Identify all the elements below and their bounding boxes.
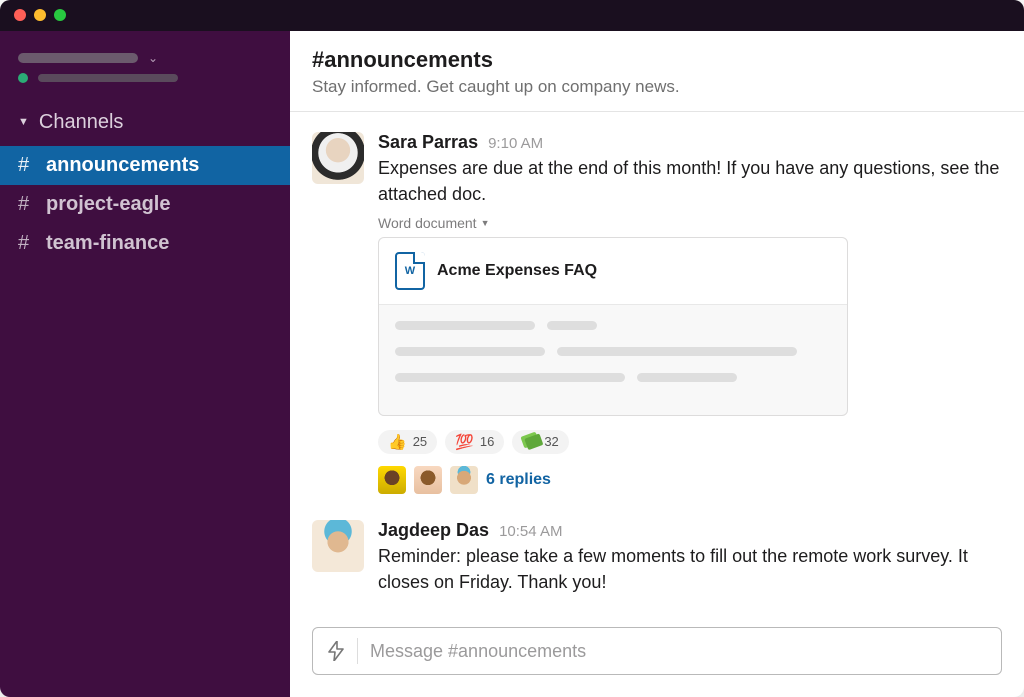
money-icon (522, 433, 538, 450)
reply-count: 6 replies (486, 471, 551, 489)
attachment-card[interactable]: W Acme Expenses FAQ (378, 237, 848, 416)
main-pane: #announcements Stay informed. Get caught… (290, 31, 1024, 697)
maximize-window-button[interactable] (54, 9, 66, 21)
reply-avatar (414, 466, 442, 494)
shortcuts-icon[interactable] (327, 641, 345, 661)
channel-team-finance[interactable]: # team-finance (0, 224, 290, 263)
app-window: ⌄ ▼ Channels # announcements # project-eagl… (0, 0, 1024, 697)
username-placeholder (38, 74, 178, 82)
reply-avatar (450, 466, 478, 494)
message-author[interactable]: Sara Parras (378, 132, 478, 153)
channel-name: announcements (46, 154, 199, 177)
message-author[interactable]: Jagdeep Das (378, 520, 489, 541)
message-text: Reminder: please take a few moments to f… (378, 543, 1002, 595)
thread-replies[interactable]: 6 replies (378, 466, 1002, 494)
hash-icon: # (18, 232, 36, 255)
avatar[interactable] (312, 132, 364, 184)
channel-name: project-eagle (46, 193, 170, 216)
message-list: Sara Parras 9:10 AM Expenses are due at … (290, 112, 1024, 621)
hundred-icon: 💯 (455, 433, 474, 451)
workspace-name-placeholder (18, 53, 138, 63)
channel-header: #announcements Stay informed. Get caught… (290, 31, 1024, 112)
message-time: 9:10 AM (488, 135, 543, 152)
attachment-type-label[interactable]: Word document ▼ (378, 215, 1002, 231)
reaction-count: 25 (413, 434, 427, 449)
minimize-window-button[interactable] (34, 9, 46, 21)
composer-area (290, 621, 1024, 697)
chevron-down-icon: ⌄ (148, 51, 158, 65)
reaction-count: 16 (480, 434, 494, 449)
presence-active-icon (18, 73, 28, 83)
channels-section-header[interactable]: ▼ Channels (0, 105, 290, 146)
channel-name: team-finance (46, 232, 169, 255)
channels-section-label: Channels (39, 111, 124, 134)
caret-down-icon: ▼ (18, 116, 29, 128)
reaction-100[interactable]: 💯 16 (445, 430, 504, 454)
reaction-count: 32 (544, 434, 558, 449)
message: Jagdeep Das 10:54 AM Reminder: please ta… (312, 510, 1002, 611)
reaction-thumbsup[interactable]: 👍 25 (378, 430, 437, 454)
message: Sara Parras 9:10 AM Expenses are due at … (312, 122, 1002, 510)
reply-avatar (378, 466, 406, 494)
close-window-button[interactable] (14, 9, 26, 21)
avatar[interactable] (312, 520, 364, 572)
hash-icon: # (18, 154, 36, 177)
titlebar (0, 0, 1024, 31)
workspace-switcher[interactable]: ⌄ (0, 51, 290, 65)
message-composer[interactable] (312, 627, 1002, 675)
message-input[interactable] (370, 641, 987, 662)
channel-announcements[interactable]: # announcements (0, 146, 290, 185)
message-time: 10:54 AM (499, 523, 562, 540)
reactions-row: 👍 25 💯 16 32 (378, 430, 1002, 454)
channel-project-eagle[interactable]: # project-eagle (0, 185, 290, 224)
divider (357, 638, 358, 664)
reaction-money[interactable]: 32 (512, 430, 568, 454)
hash-icon: # (18, 193, 36, 216)
channel-topic: Stay informed. Get caught up on company … (312, 77, 1002, 97)
caret-down-icon: ▼ (481, 218, 490, 228)
attachment-title: Acme Expenses FAQ (437, 262, 597, 280)
channel-title: #announcements (312, 47, 1002, 73)
word-document-icon: W (395, 252, 425, 290)
sidebar: ⌄ ▼ Channels # announcements # project-eagl… (0, 31, 290, 697)
message-text: Expenses are due at the end of this mont… (378, 155, 1002, 207)
thumbsup-icon: 👍 (388, 433, 407, 451)
attachment-preview (379, 305, 847, 415)
user-presence-row[interactable] (0, 65, 290, 105)
